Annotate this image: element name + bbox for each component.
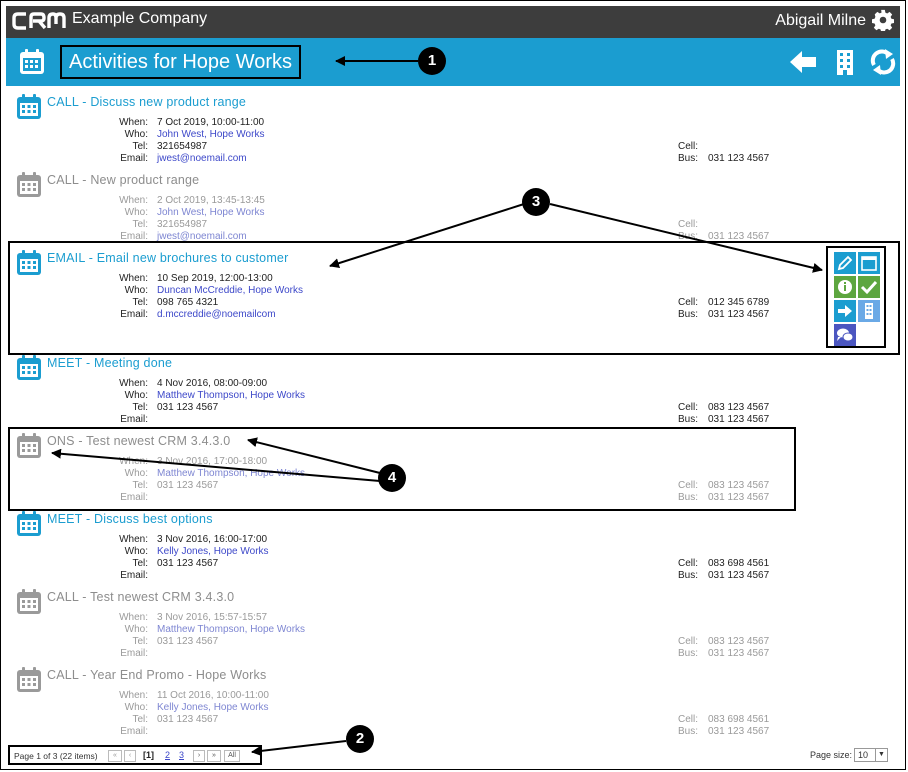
pager-summary: Page 1 of 3 (22 items) bbox=[14, 751, 98, 761]
arrow-4a bbox=[247, 437, 381, 474]
arrow-3a bbox=[329, 203, 525, 269]
annotation-arrows bbox=[51, 56, 823, 756]
callout-2: 2 bbox=[346, 725, 374, 753]
last-page-button[interactable]: » bbox=[207, 750, 221, 762]
callout-3: 3 bbox=[522, 188, 550, 216]
arrow-3b bbox=[549, 203, 823, 273]
page-2-link[interactable]: 2 bbox=[165, 750, 170, 760]
current-page: [1] bbox=[143, 750, 154, 760]
page-size-select[interactable]: 10 ▼ bbox=[854, 748, 888, 762]
callout-1: 1 bbox=[418, 47, 446, 75]
prev-page-button[interactable]: ‹ bbox=[124, 750, 136, 762]
pager: Page 1 of 3 (22 items) « ‹ [1] 2 3 › » A… bbox=[8, 745, 262, 765]
page-size-label: Page size: bbox=[810, 750, 853, 760]
all-pages-button[interactable]: All bbox=[224, 750, 240, 762]
page-3-link[interactable]: 3 bbox=[179, 750, 184, 760]
arrow-4b bbox=[51, 448, 381, 482]
next-page-button[interactable]: › bbox=[193, 750, 205, 762]
chevron-down-icon[interactable]: ▼ bbox=[875, 749, 887, 761]
first-page-button[interactable]: « bbox=[108, 750, 122, 762]
arrow-2 bbox=[251, 740, 347, 756]
page-size-value: 10 bbox=[858, 750, 869, 760]
callout-4: 4 bbox=[378, 464, 406, 492]
